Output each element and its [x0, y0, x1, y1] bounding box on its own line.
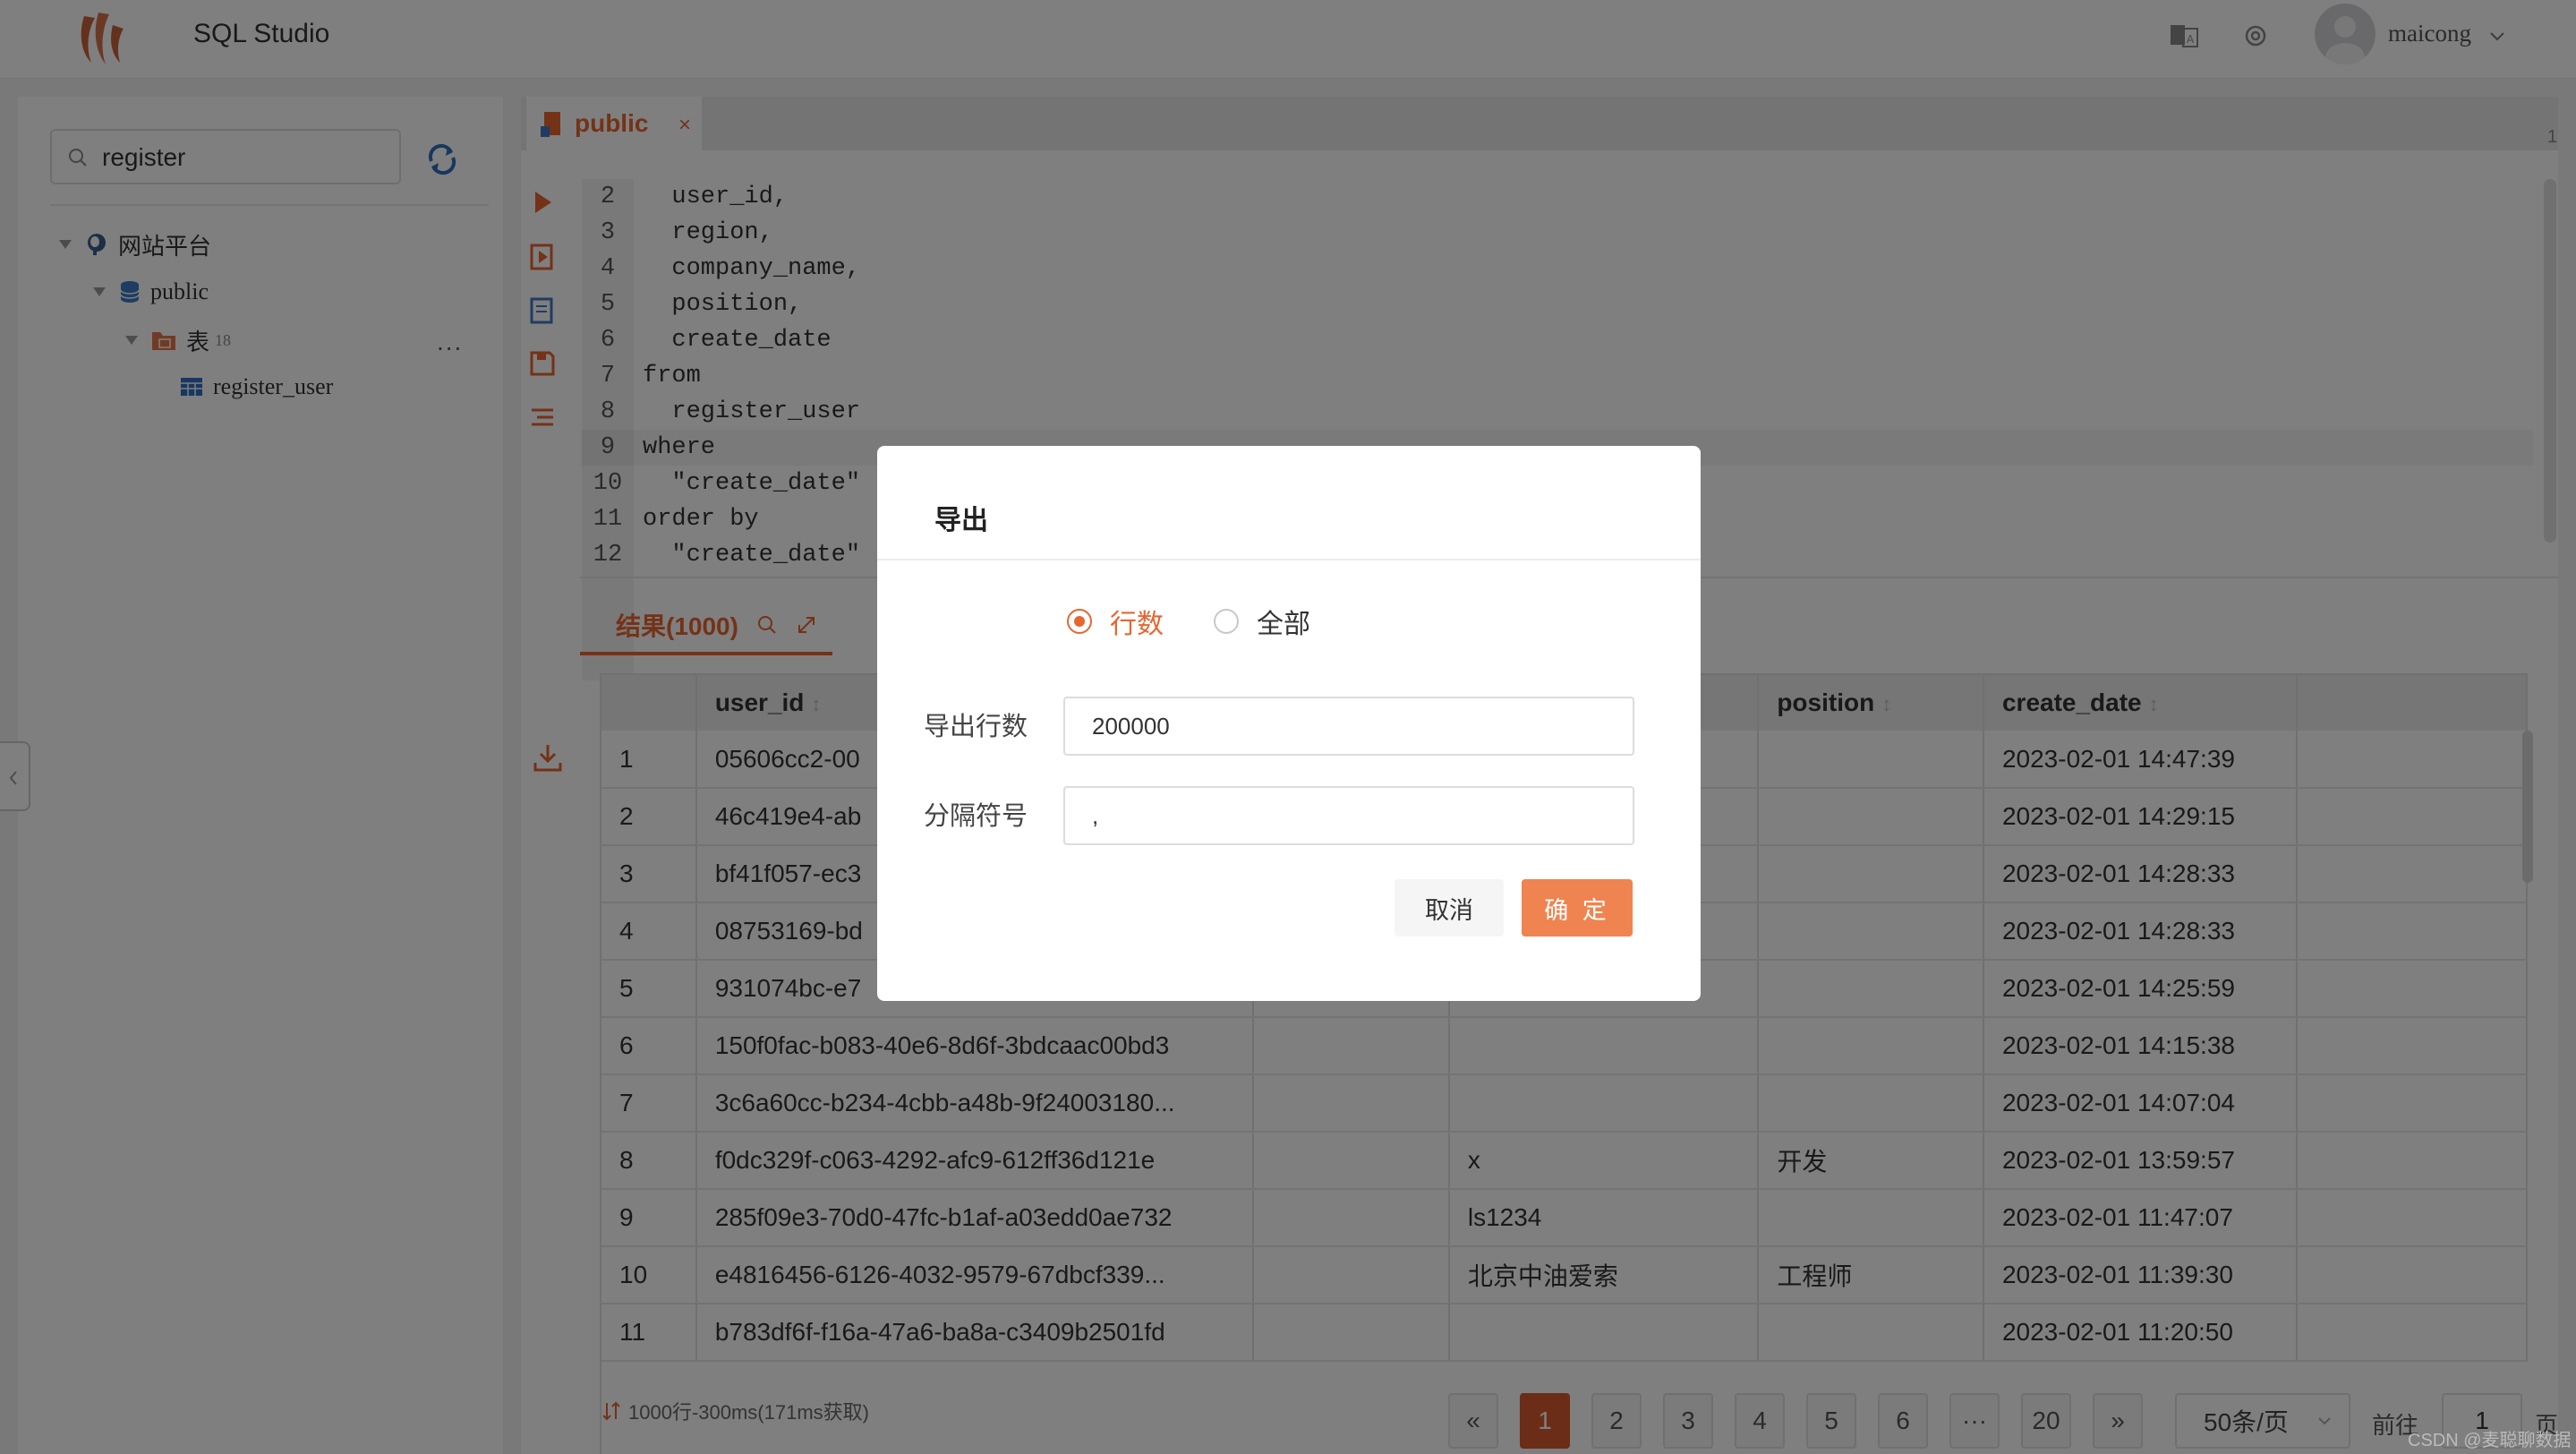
watermark: CSDN @麦聪聊数据	[2408, 1431, 2572, 1450]
radio-all-dot[interactable]	[1214, 609, 1239, 634]
radio-rows[interactable]: 行数	[1067, 602, 1164, 641]
separator-input[interactable]: ,	[1063, 786, 1634, 845]
export-dialog: 导出 行数 全部 导出行数 200000 分隔符号 , 取消 确 定	[877, 446, 1701, 1001]
separator-label: 分隔符号	[924, 802, 1028, 831]
radio-all[interactable]: 全部	[1214, 602, 1310, 641]
cancel-button[interactable]: 取消	[1395, 879, 1504, 937]
dialog-divider	[877, 559, 1701, 560]
radio-all-label: 全部	[1257, 610, 1310, 639]
confirm-button[interactable]: 确 定	[1522, 879, 1633, 937]
radio-rows-label: 行数	[1110, 610, 1164, 639]
export-rows-label: 导出行数	[924, 713, 1028, 741]
radio-rows-dot[interactable]	[1067, 609, 1092, 634]
dialog-title: 导出	[934, 506, 988, 535]
export-rows-input[interactable]: 200000	[1063, 697, 1634, 756]
